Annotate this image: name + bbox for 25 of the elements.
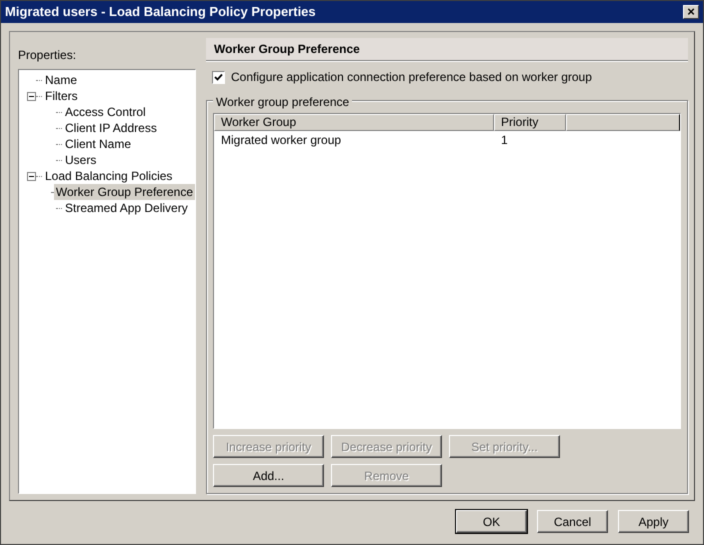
tree-item[interactable]: Worker Group Preference: [54, 184, 195, 200]
window-title: Migrated users - Load Balancing Policy Properties: [5, 3, 316, 22]
dialog-button[interactable]: Cancel: [537, 510, 608, 533]
dialog-button[interactable]: Add...: [213, 464, 324, 487]
collapse-icon[interactable]: [27, 172, 36, 180]
dialog-button[interactable]: OK: [456, 510, 527, 533]
tree-item[interactable]: Name: [43, 72, 80, 88]
column-header[interactable]: Worker Group: [214, 114, 494, 131]
tree-item[interactable]: Client IP Address: [63, 120, 159, 136]
checkbox[interactable]: [212, 70, 225, 84]
tree-item[interactable]: Load Balancing Policies: [43, 168, 174, 184]
panel-title: Worker Group Preference: [214, 41, 360, 58]
collapse-icon[interactable]: [27, 92, 36, 100]
table-cell-text: Migrated worker group: [220, 132, 342, 149]
properties-label: Properties:: [18, 47, 78, 64]
tree-item[interactable]: Streamed App Delivery: [63, 200, 190, 216]
dialog-button[interactable]: Apply: [618, 510, 689, 533]
column-header[interactable]: Priority: [494, 114, 566, 131]
checkbox-label: Configure application connection preference based on worker group: [231, 69, 592, 86]
tree-item[interactable]: Users: [63, 152, 98, 168]
close-button[interactable]: ×: [683, 5, 699, 19]
tree-item[interactable]: Client Name: [63, 136, 134, 152]
table-cell-text: 1: [500, 132, 509, 149]
tree-item[interactable]: Access Control: [63, 104, 148, 120]
tree-item[interactable]: Filters: [43, 88, 80, 104]
